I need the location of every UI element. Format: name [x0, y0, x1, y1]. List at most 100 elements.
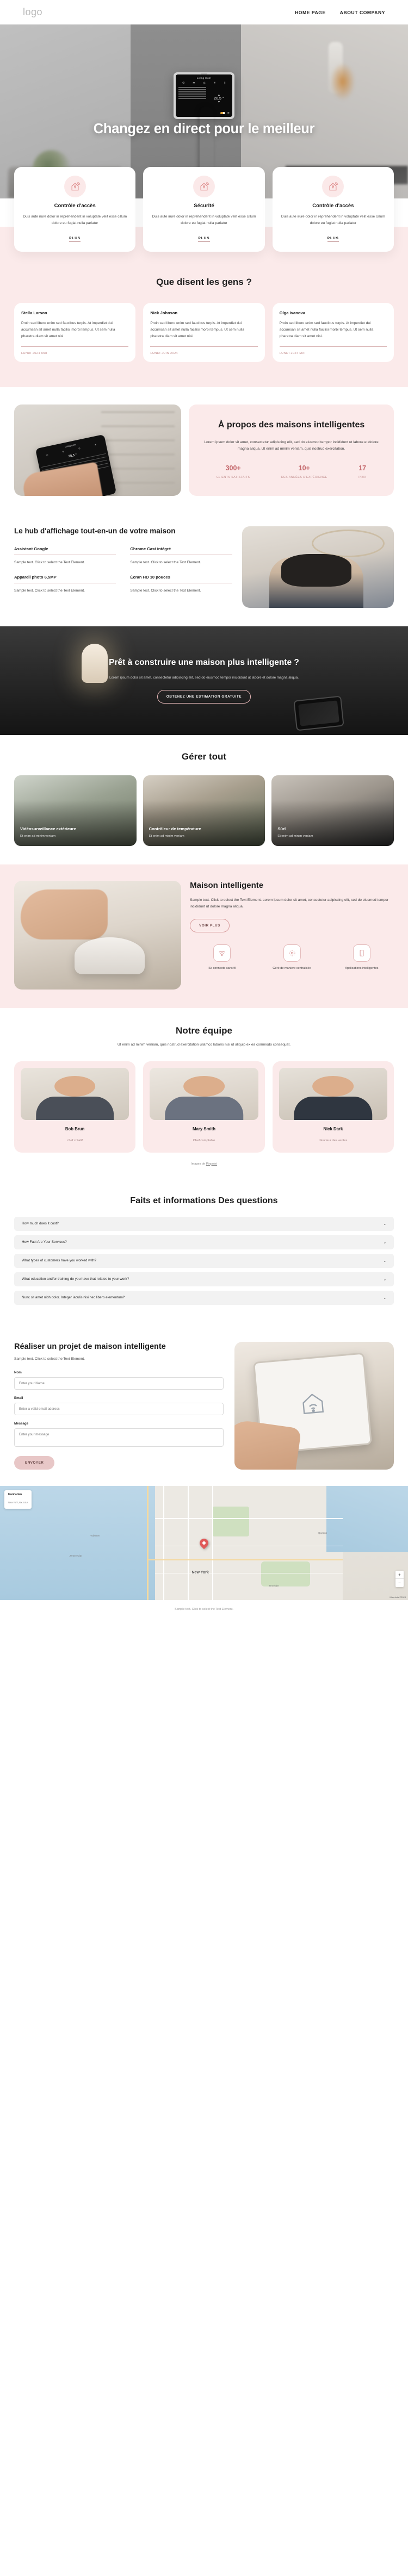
hub-feature: Écran HD 10 pouces Sample text. Click to…	[130, 575, 232, 594]
about-text-box: À propos des maisons intelligentes Lorem…	[189, 404, 394, 496]
team-member-name: Nick Dark	[323, 1126, 343, 1131]
team-member-card: Bob Brun chef créatif	[14, 1061, 136, 1153]
tablet-camera-icon	[201, 73, 207, 74]
testimonial-date: LUNDI JUIN 2024	[150, 351, 178, 355]
testimonials-title: Que disent les gens ?	[156, 277, 252, 288]
divider	[21, 346, 129, 347]
smart-feature-label: Géré de manière centralisée	[273, 967, 311, 970]
divider	[279, 346, 387, 347]
manage-card-title: Vidéosurveillance extérieure	[20, 826, 76, 832]
feature-card-title: Sécurité	[194, 203, 214, 209]
feature-card-link[interactable]: PLUS	[69, 237, 81, 242]
hub-section: Le hub d'affichage tout-en-un de votre m…	[0, 513, 408, 626]
team-member-name: Bob Brun	[65, 1126, 85, 1131]
hub-image	[242, 526, 394, 608]
faq-question: How Fast Are Your Services?	[22, 1240, 67, 1244]
hub-feature: Appareil photo 6,5MP Sample text. Click …	[14, 575, 116, 594]
hub-feature-text: Sample text. Click to select the Text El…	[130, 561, 201, 565]
team-title: Notre équipe	[176, 1025, 232, 1036]
hub-feature-text: Sample text. Click to select the Text El…	[130, 588, 201, 593]
manage-card[interactable]: Contrôleur de température Et enim ad min…	[143, 775, 265, 846]
manage-card[interactable]: Vidéosurveillance extérieure Et enim ad …	[14, 775, 137, 846]
camera-icon: ◎	[78, 446, 81, 450]
faq-item[interactable]: Nunc sit amet nibh dolor. Integer iaculi…	[14, 1290, 394, 1305]
stat-value: 10+	[298, 464, 310, 472]
team-image-credit: Images de Pinpoint	[14, 1162, 394, 1166]
tablet-room-label: Living room	[197, 77, 211, 79]
faq-section: Faits et informations Des questions How …	[0, 1182, 408, 1328]
main-navigation: HOME PAGE ABOUT COMPANY	[295, 10, 385, 15]
about-image: Living room ⏻ ✲ ◎ ☀ 20,5 °	[14, 404, 182, 496]
map-section[interactable]: New York Hoboken Jersey City Brooklyn Qu…	[0, 1486, 408, 1601]
feature-card[interactable]: Contrôle d'accès Duis aute irure dolor i…	[14, 167, 136, 252]
email-field-group: Email	[14, 1396, 224, 1416]
map-zoom-controls[interactable]: + −	[395, 1571, 404, 1588]
feature-card-link[interactable]: PLUS	[327, 237, 339, 242]
sun-icon: ☀	[94, 443, 97, 446]
team-member-card: Mary Smith Chef comptable	[143, 1061, 265, 1153]
stat-label: DES ANNÉES D'EXPÉRIENCE	[281, 476, 327, 480]
testimonial-date: LUNDI 2024 MAI	[21, 351, 47, 355]
feature-card[interactable]: Contrôle d'accès Duis aute irure dolor i…	[272, 167, 394, 252]
avatar	[21, 1067, 129, 1120]
stat-label: PRIX	[358, 476, 367, 480]
testimonial-name: Nick Johnson	[150, 310, 178, 316]
map-panel-subtitle: New York, NY, USA	[8, 1501, 28, 1504]
feature-card[interactable]: Sécurité Duis aute irure dolor in repreh…	[143, 167, 265, 252]
manage-card-text: Et enim ad minim veniam	[149, 835, 184, 838]
hub-feature-title: Chrome Cast intégré	[130, 546, 171, 552]
name-field-group: Nom	[14, 1371, 224, 1390]
email-input[interactable]	[14, 1403, 224, 1416]
name-input[interactable]	[14, 1377, 224, 1390]
faq-item[interactable]: How Fast Are Your Services? ⌄	[14, 1235, 394, 1249]
map-info-panel[interactable]: Manhattan New York, NY, USA	[4, 1490, 32, 1509]
contact-image	[234, 1341, 394, 1470]
site-logo[interactable]: logo	[23, 7, 42, 18]
manage-card[interactable]: Sûrl Et enim ad minim veniam	[271, 775, 394, 846]
map-label-jersey-city: Jersey City	[69, 1554, 82, 1558]
app-icon	[353, 944, 370, 962]
map-panel-title: Manhattan	[8, 1493, 22, 1497]
chevron-down-icon: ⌄	[383, 1222, 386, 1226]
stat-item: 17 PRIX	[358, 464, 366, 480]
cta-button[interactable]: OBTENEZ UNE ESTIMATION GRATUITE	[157, 689, 251, 704]
message-input[interactable]	[14, 1428, 224, 1447]
chevron-down-icon: ⌄	[383, 1259, 386, 1263]
testimonial-card: Stella Larson Proin sed libero enim sed …	[14, 303, 136, 362]
team-subtitle: Ut enim ad minim veniam, quis nostrud ex…	[117, 1042, 291, 1047]
hub-title: Le hub d'affichage tout-en-un de votre m…	[14, 526, 176, 535]
about-text: Lorem ipsum dolor sit amet, consectetur …	[204, 440, 379, 451]
smart-feature: Se connecte sans fil	[190, 944, 254, 970]
testimonial-card: Olga Ivanova Proin sed libero enim sed f…	[272, 303, 394, 362]
hub-feature-title: Assistant Google	[14, 546, 48, 552]
nav-item-home-page[interactable]: HOME PAGE	[295, 10, 326, 15]
hero-title: Changez en direct pour le meilleur	[93, 121, 315, 136]
map-zoom-out-button[interactable]: −	[395, 1579, 404, 1587]
faq-item[interactable]: What education and/or training do you ha…	[14, 1272, 394, 1286]
chevron-down-icon: ⌄	[383, 1277, 386, 1281]
divider	[150, 346, 258, 347]
faq-item[interactable]: How much does it cost? ⌄	[14, 1216, 394, 1231]
smart-more-button[interactable]: VOIR PLUS	[190, 919, 230, 933]
nav-item-about-company[interactable]: ABOUT COMPANY	[340, 10, 385, 15]
smart-home-section: Maison intelligente Sample text. Click t…	[0, 864, 408, 1008]
temp-down-icon: ▼	[217, 101, 220, 104]
message-field-group: Message	[14, 1422, 224, 1449]
footer-text: Sample text. Click to select the Text El…	[175, 1608, 233, 1611]
stat-label: CLIENTS SATISFAITS	[216, 476, 250, 480]
about-section: Living room ⏻ ✲ ◎ ☀ 20,5 ° À propos des …	[0, 387, 408, 513]
gear-icon	[283, 944, 301, 962]
testimonial-card: Nick Johnson Proin sed libero enim sed f…	[143, 303, 265, 362]
site-footer: Sample text. Click to select the Text El…	[0, 1600, 408, 1621]
hub-feature: Chrome Cast intégré Sample text. Click t…	[130, 546, 232, 565]
faq-question: What education and/or training do you ha…	[22, 1277, 129, 1281]
faq-item[interactable]: What types of customers have you worked …	[14, 1253, 394, 1268]
bulb-icon: ✲	[193, 82, 195, 85]
feature-card-link[interactable]: PLUS	[198, 237, 210, 242]
credit-link[interactable]: Pinpoint	[206, 1162, 217, 1166]
team-section: Notre équipe Ut enim ad minim veniam, qu…	[0, 1008, 408, 1182]
map-zoom-in-button[interactable]: +	[395, 1571, 404, 1579]
name-label: Nom	[14, 1371, 22, 1375]
tablet-temperature: ▲ 20,5 ° ▼	[214, 94, 224, 104]
send-button[interactable]: ENVOYER	[14, 1456, 55, 1470]
